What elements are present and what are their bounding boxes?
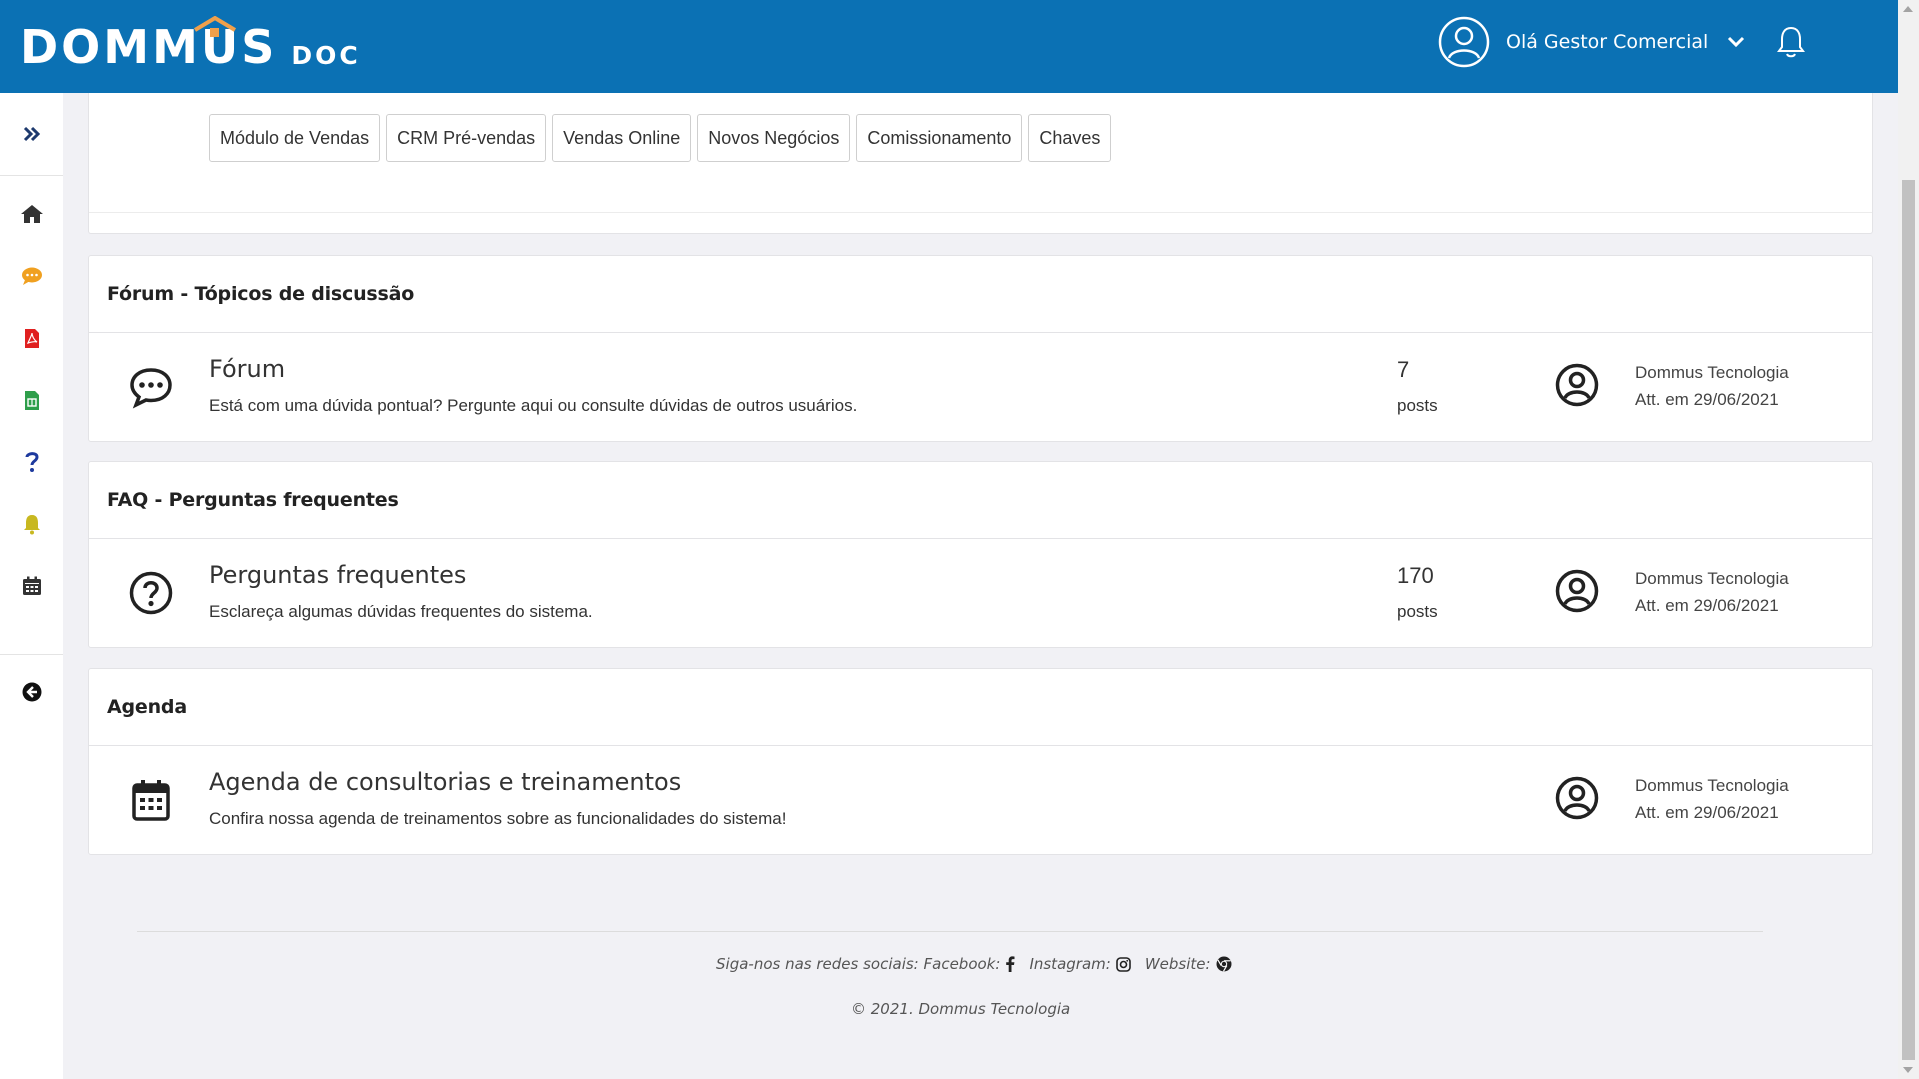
modules-card: Módulo de Vendas CRM Pré-vendas Vendas O… <box>88 93 1873 234</box>
pdf-file-icon <box>24 328 39 348</box>
sidebar-divider <box>0 175 63 176</box>
module-chip-crm[interactable]: CRM Pré-vendas <box>386 114 547 162</box>
user-menu[interactable]: Olá Gestor Comercial <box>1438 14 1806 70</box>
forum-post-count: 7 <box>1397 357 1410 382</box>
agenda-section-heading: Agenda <box>107 696 187 718</box>
calendar-icon <box>132 780 170 821</box>
faq-post-count: 170 <box>1397 563 1434 588</box>
sidebar-item-pdf-docs[interactable] <box>0 318 63 358</box>
agenda-row[interactable]: Agenda de consultorias e treinamentos Co… <box>89 746 1872 855</box>
dommus-doc-logo[interactable]: DOMMUS DOC <box>20 16 361 74</box>
forum-description: Está com uma dúvida pontual? Pergunte aq… <box>209 396 858 415</box>
question-circle-icon <box>129 571 173 615</box>
instagram-label: Instagram: <box>1029 955 1111 973</box>
bell-icon <box>23 515 40 535</box>
user-greeting[interactable]: Olá Gestor Comercial <box>1506 31 1708 53</box>
module-chip-comissionamento[interactable]: Comissionamento <box>856 114 1023 162</box>
question-icon <box>25 452 39 472</box>
forum-section-heading: Fórum - Tópicos de discussão <box>107 283 415 305</box>
faq-description: Esclareça algumas dúvidas frequentes do … <box>209 602 593 621</box>
sidebar-divider <box>0 654 63 655</box>
sidebar-item-calendar[interactable] <box>0 566 63 606</box>
chrome-icon <box>1216 956 1232 972</box>
divider <box>89 212 1872 213</box>
scroll-up-arrow[interactable] <box>1903 6 1913 12</box>
instagram-icon <box>1116 956 1131 972</box>
sidebar-item-forum[interactable] <box>0 256 63 296</box>
faq-row[interactable]: Perguntas frequentes Esclareça algumas d… <box>89 539 1872 648</box>
faq-title[interactable]: Perguntas frequentes <box>209 561 466 589</box>
logo-roof-icon <box>193 16 237 37</box>
module-chip-chaves[interactable]: Chaves <box>1028 114 1112 162</box>
facebook-icon <box>1006 956 1015 972</box>
faq-card: FAQ - Perguntas frequentes Perguntas fre… <box>88 461 1873 648</box>
agenda-card-header: Agenda <box>89 669 1872 746</box>
agenda-title[interactable]: Agenda de consultorias e treinamentos <box>209 768 681 796</box>
footer-social-links: Siga-nos nas redes sociais: Facebook: In… <box>716 955 1246 973</box>
home-icon <box>20 205 43 223</box>
forum-title[interactable]: Fórum <box>209 355 285 383</box>
faq-updated-date: Att. em 29/06/2021 <box>1635 596 1779 615</box>
module-chip-novos-negocios[interactable]: Novos Negócios <box>697 114 851 162</box>
agenda-description: Confira nossa agenda de treinamentos sob… <box>209 809 787 828</box>
user-circle-icon <box>1555 569 1599 613</box>
calendar-icon <box>22 576 41 595</box>
notifications-bell-icon[interactable] <box>1776 25 1806 59</box>
scroll-down-arrow[interactable] <box>1903 1067 1913 1073</box>
module-chip-vendas-online[interactable]: Vendas Online <box>552 114 692 162</box>
website-label: Website: <box>1144 955 1211 973</box>
website-link[interactable] <box>1216 956 1232 972</box>
module-chip-vendas[interactable]: Módulo de Vendas <box>209 114 381 162</box>
sidebar-back-button[interactable] <box>0 672 63 712</box>
page-scrollbar[interactable] <box>1898 0 1919 1079</box>
facebook-link[interactable] <box>1005 956 1015 972</box>
comment-dots-icon <box>130 368 172 409</box>
faq-card-header: FAQ - Perguntas frequentes <box>89 462 1872 539</box>
footer-copyright: © 2021. Dommus Tecnologia <box>851 1000 1071 1018</box>
footer-divider <box>137 931 1763 932</box>
user-circle-icon <box>1555 776 1599 820</box>
forum-row[interactable]: Fórum Está com uma dúvida pontual? Pergu… <box>89 333 1872 442</box>
user-avatar-icon[interactable] <box>1438 16 1490 68</box>
sidebar-item-notifications[interactable] <box>0 504 63 544</box>
chevron-down-icon[interactable] <box>1726 32 1746 52</box>
sidebar <box>0 93 63 1079</box>
faq-author: Dommus Tecnologia <box>1635 569 1789 588</box>
faq-section-heading: FAQ - Perguntas frequentes <box>107 489 399 511</box>
scroll-thumb[interactable] <box>1902 180 1915 1060</box>
sidebar-item-faq[interactable] <box>0 442 63 482</box>
follow-text: Siga-nos nas redes sociais: <box>716 955 919 973</box>
spreadsheet-file-icon <box>24 390 39 410</box>
forum-card: Fórum - Tópicos de discussão Fórum Está … <box>88 255 1873 442</box>
instagram-link[interactable] <box>1116 956 1131 972</box>
double-chevron-right-icon <box>23 126 40 142</box>
logo-main-text: DOMMUS <box>20 20 278 74</box>
forum-card-header: Fórum - Tópicos de discussão <box>89 256 1872 333</box>
top-header: DOMMUS DOC Olá Gestor Comercial <box>0 0 1898 93</box>
agenda-card: Agenda Agenda de consultorias e treiname… <box>88 668 1873 855</box>
facebook-label: Facebook: <box>923 955 1001 973</box>
agenda-author: Dommus Tecnologia <box>1635 776 1789 795</box>
agenda-updated-date: Att. em 29/06/2021 <box>1635 803 1779 822</box>
forum-updated-date: Att. em 29/06/2021 <box>1635 390 1779 409</box>
forum-posts-label: posts <box>1397 396 1438 415</box>
arrow-left-circle-icon <box>22 682 41 702</box>
module-chips: Módulo de Vendas CRM Pré-vendas Vendas O… <box>209 114 1112 162</box>
user-circle-icon <box>1555 363 1599 407</box>
sidebar-item-spreadsheet-docs[interactable] <box>0 380 63 420</box>
faq-posts-label: posts <box>1397 602 1438 621</box>
chat-bubble-icon <box>21 267 42 285</box>
sidebar-expand-button[interactable] <box>0 114 63 154</box>
sidebar-item-home[interactable] <box>0 194 63 234</box>
forum-author: Dommus Tecnologia <box>1635 363 1789 382</box>
logo-sub-text: DOC <box>291 41 361 70</box>
